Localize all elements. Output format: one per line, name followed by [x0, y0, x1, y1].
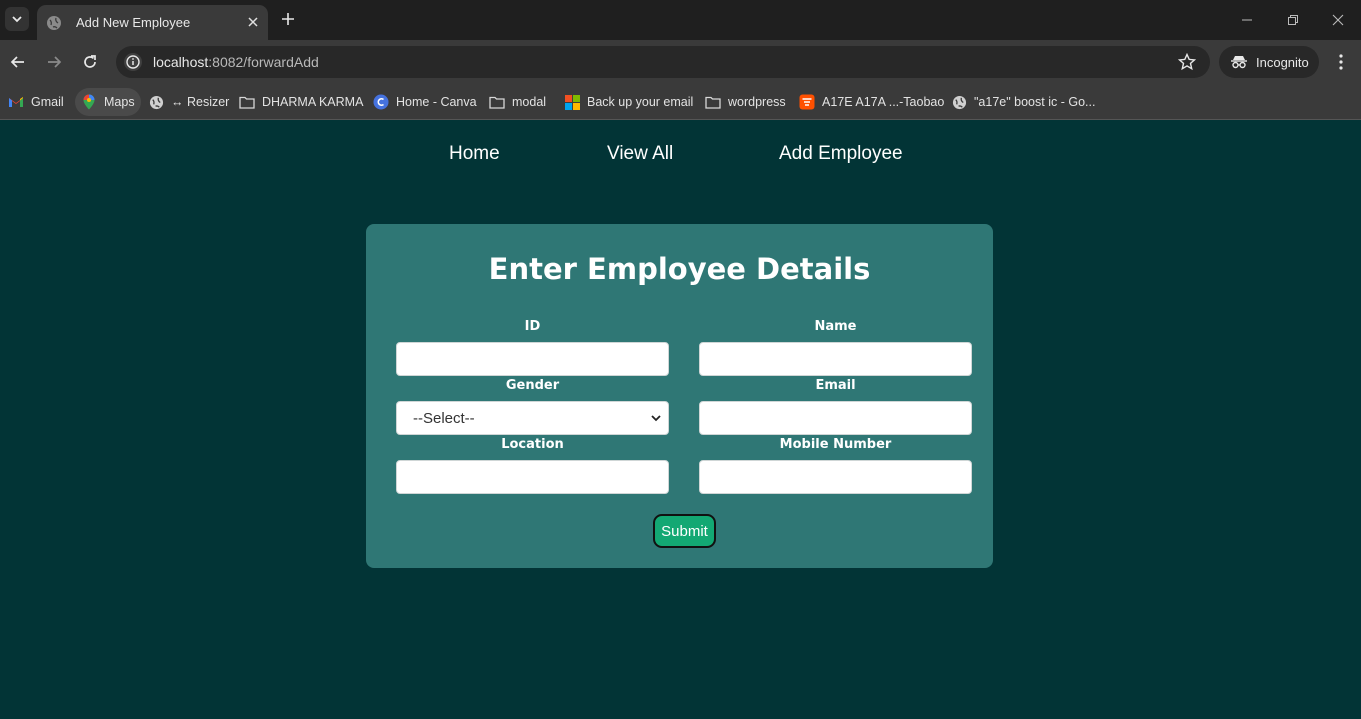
bookmark-wordpress[interactable]: wordpress	[699, 88, 792, 116]
location-input[interactable]	[396, 460, 669, 494]
bookmarks-bar: Gmail Maps ↔ Resizer DHARMA KARMA Home -…	[0, 84, 1361, 120]
reload-icon	[84, 55, 96, 68]
forward-button[interactable]	[42, 50, 66, 74]
nav-view-all-link[interactable]: View All	[607, 143, 673, 165]
new-tab-button[interactable]	[277, 8, 299, 30]
employee-form-card: Enter Employee Details ID Name Gender --…	[366, 224, 993, 568]
bookmark-maps[interactable]: Maps	[75, 88, 141, 116]
folder-icon	[705, 94, 721, 110]
arrow-left-icon	[10, 56, 24, 68]
nav-home-link[interactable]: Home	[449, 143, 500, 165]
bookmark-label: Maps	[104, 95, 135, 109]
name-label: Name	[814, 319, 857, 334]
site-navigation: Home View All Add Employee	[0, 121, 1361, 191]
bookmark-a17e-search[interactable]: "a17e" boost ic - Go...	[945, 88, 1101, 116]
minimize-icon	[1242, 19, 1252, 21]
url-path: :8082/forwardAdd	[208, 54, 319, 70]
submit-button[interactable]: Submit	[653, 514, 716, 548]
bookmark-label: DHARMA KARMA	[262, 95, 364, 109]
more-vert-icon	[1339, 54, 1343, 70]
tab-title: Add New Employee	[76, 15, 191, 30]
chevron-down-icon	[651, 415, 661, 422]
gender-selected-value: --Select--	[413, 410, 475, 427]
bookmark-label: ↔ Resizer	[171, 95, 230, 109]
taobao-icon	[799, 94, 815, 110]
bookmark-label: Gmail	[31, 95, 64, 109]
globe-icon	[148, 94, 164, 110]
nav-add-employee-link[interactable]: Add Employee	[779, 143, 903, 165]
globe-icon	[47, 15, 61, 30]
url-text: localhost:8082/forwardAdd	[153, 54, 319, 70]
bookmark-label: Back up your email	[587, 95, 694, 109]
maps-icon	[81, 94, 97, 110]
globe-icon	[951, 94, 967, 110]
incognito-icon	[1231, 56, 1247, 69]
mobile-number-label: Mobile Number	[779, 437, 892, 452]
incognito-indicator[interactable]: Incognito	[1219, 46, 1319, 78]
address-bar[interactable]: localhost:8082/forwardAdd	[116, 46, 1210, 78]
tab-search-button[interactable]	[5, 7, 29, 31]
bookmark-label: "a17e" boost ic - Go...	[974, 95, 1096, 109]
canva-icon	[373, 94, 389, 110]
browser-toolbar: localhost:8082/forwardAdd Incognito	[0, 40, 1361, 84]
restore-button[interactable]	[1283, 10, 1303, 30]
reload-button[interactable]	[78, 50, 102, 74]
email-label: Email	[815, 378, 856, 393]
site-info-icon[interactable]	[123, 52, 143, 72]
chevron-down-icon	[12, 16, 22, 23]
bookmark-dharma-karma[interactable]: DHARMA KARMA	[233, 88, 369, 116]
browser-menu-button[interactable]	[1331, 52, 1351, 72]
gmail-icon	[8, 94, 24, 110]
bookmark-canva[interactable]: Home - Canva	[367, 88, 483, 116]
microsoft-icon	[564, 94, 580, 110]
bookmark-star-icon[interactable]	[1178, 53, 1196, 71]
bookmark-label: modal	[512, 95, 547, 109]
gender-select[interactable]: --Select--	[396, 401, 669, 435]
incognito-label: Incognito	[1256, 54, 1309, 70]
plus-icon	[282, 13, 294, 25]
bookmark-label: Home - Canva	[396, 95, 477, 109]
close-window-button[interactable]	[1328, 10, 1348, 30]
browser-tab-strip: Add New Employee	[0, 0, 1361, 40]
browser-tab-active[interactable]: Add New Employee	[37, 5, 268, 40]
bookmark-gmail[interactable]: Gmail	[2, 88, 70, 116]
email-input[interactable]	[699, 401, 972, 435]
name-input[interactable]	[699, 342, 972, 376]
arrow-right-icon	[48, 56, 62, 68]
form-heading: Enter Employee Details	[488, 252, 871, 286]
bookmark-label: wordpress	[728, 95, 786, 109]
bookmark-taobao[interactable]: A17E A17A ...-Taobao	[793, 88, 950, 116]
bookmark-label: A17E A17A ...-Taobao	[822, 95, 945, 109]
mobile-number-input[interactable]	[699, 460, 972, 494]
back-button[interactable]	[6, 50, 30, 74]
bookmark-back-up-email[interactable]: Back up your email	[558, 88, 699, 116]
bookmark-modal[interactable]: modal	[483, 88, 552, 116]
folder-icon	[239, 94, 255, 110]
restore-icon	[1288, 15, 1298, 25]
tab-close-button[interactable]	[244, 13, 262, 31]
minimize-button[interactable]	[1237, 10, 1257, 30]
location-label: Location	[501, 437, 564, 452]
close-icon	[1332, 14, 1344, 26]
folder-icon	[489, 94, 505, 110]
id-input[interactable]	[396, 342, 669, 376]
close-icon	[248, 17, 258, 27]
url-host: localhost	[153, 54, 209, 70]
id-label: ID	[524, 319, 541, 334]
gender-label: Gender	[505, 378, 560, 393]
bookmark-resizer[interactable]: ↔ Resizer	[142, 88, 235, 116]
